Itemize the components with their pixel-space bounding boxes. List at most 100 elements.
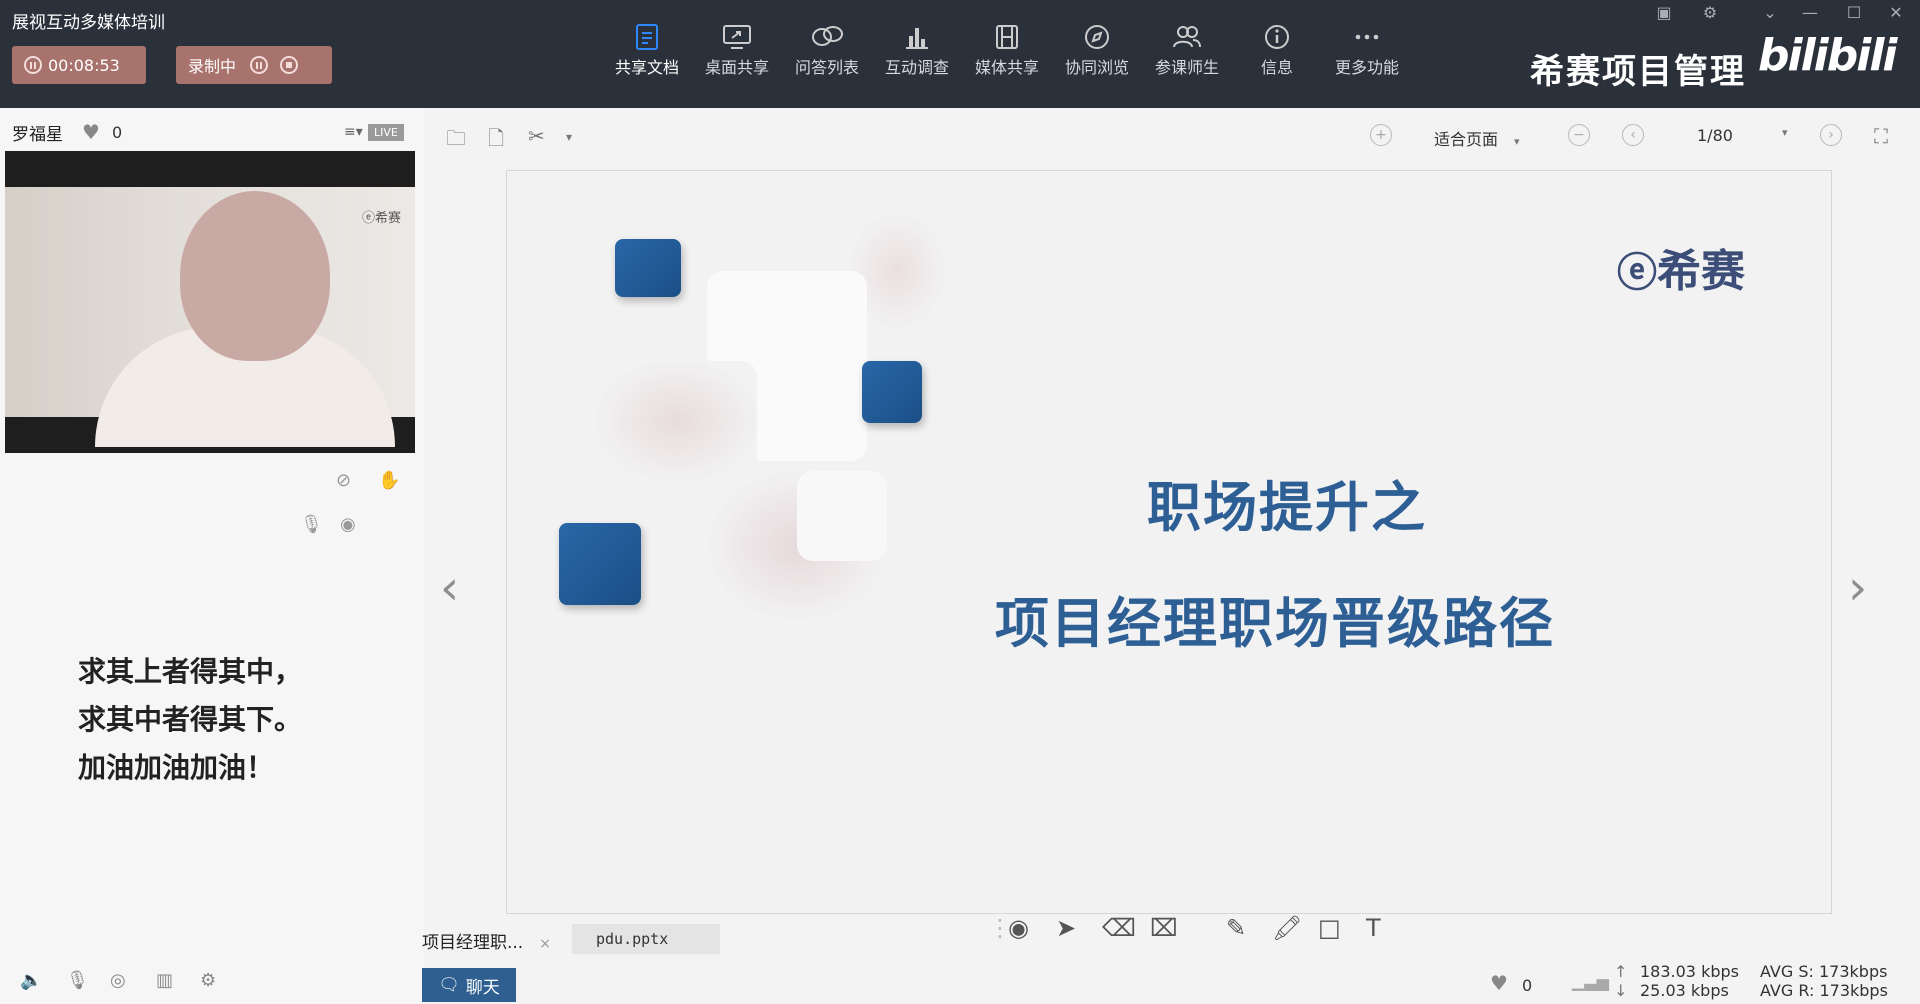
prev-slide-arrow[interactable]: ‹	[440, 560, 459, 616]
footer-heart-icon[interactable]: ♥	[1490, 973, 1508, 993]
avg-stats: AVG S: 173kbps AVG R: 173kbps	[1760, 962, 1888, 1000]
chat-label: 聊天	[465, 977, 500, 998]
slide-logo-icon: ⓔ	[1617, 250, 1657, 296]
speaker-video: ⓔ希赛	[5, 151, 415, 453]
download-rate: 25.03 kbps	[1640, 981, 1729, 1000]
clear-all-icon[interactable]: ⌧	[1150, 914, 1178, 942]
zoom-out-icon[interactable]: −	[1568, 124, 1590, 146]
close-button[interactable]: ✕	[1880, 0, 1912, 24]
file-tab-pptx[interactable]: pdu.pptx	[572, 924, 720, 954]
camera-icon[interactable]: ◉	[340, 514, 356, 535]
updown-arrows-icon: ↑ ↓	[1614, 962, 1628, 1000]
arrow-cursor-icon[interactable]: ➤	[1056, 914, 1076, 942]
tab-label: 问答列表	[794, 58, 859, 77]
pause-icon	[24, 56, 42, 74]
motto-text: 求其上者得其中， 求其中者得其下。 加油加油加油！	[78, 648, 302, 792]
microphone-icon[interactable]: 🎙	[300, 514, 323, 535]
video-watermark: ⓔ希赛	[361, 211, 401, 226]
bar-chart-icon	[877, 20, 957, 54]
prev-page-icon[interactable]: ‹	[1622, 124, 1644, 146]
app-title: 展视互动多媒体培训	[12, 13, 165, 33]
tab-more[interactable]: 更多功能	[1327, 20, 1407, 78]
recording-timer: 00:08:53	[12, 46, 146, 84]
minimize-button[interactable]: —	[1794, 0, 1826, 24]
slide-logo: ⓔ希赛	[1617, 235, 1745, 299]
chat-bubble-icon: 🗨	[438, 975, 460, 995]
eraser-icon[interactable]: ⌫	[1102, 914, 1136, 942]
decor-block	[797, 471, 887, 561]
bilibili-logo: bilibili	[1758, 30, 1897, 81]
pencil-icon[interactable]: ✎	[1226, 914, 1246, 942]
motto-line: 加油加油加油！	[78, 751, 275, 784]
users-icon	[1147, 20, 1227, 54]
avg-send: AVG S: 173kbps	[1760, 962, 1888, 981]
maximize-button[interactable]: ☐	[1838, 0, 1870, 24]
motto-line: 求其上者得其中，	[78, 655, 303, 688]
skin-icon[interactable]: ▣	[1648, 0, 1680, 24]
zoom-in-icon[interactable]: +	[1370, 124, 1392, 146]
dropdown-arrow-icon[interactable]: ▾	[566, 130, 572, 144]
text-tool-icon[interactable]: T	[1366, 914, 1381, 942]
tab-label: 共享文档	[614, 58, 679, 77]
tab-shared-document[interactable]: 共享文档	[607, 20, 687, 78]
left-panel: 罗福星 ♥ 0 ≡▾ LIVE ⓔ希赛 ⊘ ✋ 🎙 ◉ 求其上者得其中， 求其中…	[0, 108, 424, 1004]
tab-co-browse[interactable]: 协同浏览	[1057, 20, 1137, 78]
next-slide-arrow[interactable]: ›	[1848, 560, 1867, 616]
tab-label: 信息	[1260, 58, 1293, 77]
raise-hand-icon[interactable]: ✋	[378, 470, 400, 491]
new-document-icon[interactable]: 🗋	[488, 124, 504, 158]
settings-gear-icon[interactable]: ⚙	[1694, 0, 1726, 24]
document-icon	[607, 20, 687, 54]
tab-label: 更多功能	[1334, 58, 1399, 77]
settings-icon[interactable]: ⚙	[200, 970, 216, 991]
fullscreen-icon[interactable]: ⛶	[1874, 124, 1888, 148]
tab-survey[interactable]: 互动调查	[877, 20, 957, 78]
decor-blue-square	[862, 361, 922, 423]
slide-canvas: ⓔ希赛 职场提升之 项目经理职场晋级路径	[506, 170, 1832, 914]
info-icon	[1237, 20, 1317, 54]
speaker-face	[180, 191, 330, 361]
zoom-dropdown-icon: ▾	[1514, 135, 1520, 148]
desktop-share-icon	[697, 20, 777, 54]
motto-line: 求其中者得其下。	[78, 703, 303, 736]
highlighter-icon[interactable]: 🖍	[1272, 914, 1302, 942]
footer-likes: 0	[1522, 976, 1533, 995]
tab-desktop-share[interactable]: 桌面共享	[697, 20, 777, 78]
slide-title-line2: 项目经理职场晋级路径	[995, 592, 1555, 655]
list-menu-icon[interactable]: ≡▾	[344, 124, 363, 140]
tab-info[interactable]: 信息	[1237, 20, 1317, 78]
page-dropdown-icon[interactable]: ▾	[1782, 126, 1788, 139]
webcam-icon[interactable]: ◎	[110, 970, 126, 991]
likes-count: 0	[111, 122, 123, 142]
scissors-icon[interactable]: ✂	[528, 124, 545, 148]
recording-status: 录制中	[176, 46, 332, 84]
equalizer-icon[interactable]: ▥	[156, 970, 173, 991]
speaker-likes[interactable]: ♥ 0	[82, 120, 122, 144]
chat-button[interactable]: 🗨 聊天	[422, 968, 516, 1002]
tab-label: 参课师生	[1154, 58, 1219, 77]
stop-recording-button[interactable]	[280, 56, 299, 74]
heart-icon: ♥	[82, 120, 100, 144]
pause-recording-button[interactable]	[250, 56, 269, 74]
open-folder-icon[interactable]: 🗀	[446, 124, 466, 158]
tab-media-share[interactable]: 媒体共享	[967, 20, 1047, 78]
mic-icon[interactable]: 🎙	[66, 970, 89, 991]
tab-participants[interactable]: 参课师生	[1147, 20, 1227, 78]
file-tab-label: 项目经理职...	[422, 933, 524, 953]
decor-blue-square	[615, 239, 681, 297]
signal-icon: ▁▃▅	[1572, 972, 1609, 991]
file-tab-project[interactable]: 项目经理职... ×	[422, 928, 551, 953]
mute-speaker-icon[interactable]: ⊘	[336, 470, 351, 491]
next-page-icon[interactable]: ›	[1820, 124, 1842, 146]
tab-qa-list[interactable]: 问答列表	[787, 20, 867, 78]
page-indicator: 1/80	[1697, 126, 1733, 145]
tab-label: 媒体共享	[974, 58, 1039, 77]
collapse-chevron-icon[interactable]: ⌄	[1754, 0, 1786, 24]
close-tab-icon[interactable]: ×	[539, 936, 551, 952]
volume-icon[interactable]: 🔈	[20, 970, 42, 991]
top-toolbar: 展视互动多媒体培训 00:08:53 录制中 共享文档 桌面共享 问答列表 互动…	[0, 0, 1920, 108]
video-frame: ⓔ希赛	[5, 187, 415, 447]
rectangle-icon[interactable]: □	[1318, 914, 1341, 942]
laser-pointer-icon[interactable]: ◉	[1008, 914, 1029, 942]
zoom-select[interactable]: 适合页面 ▾	[1434, 126, 1520, 150]
